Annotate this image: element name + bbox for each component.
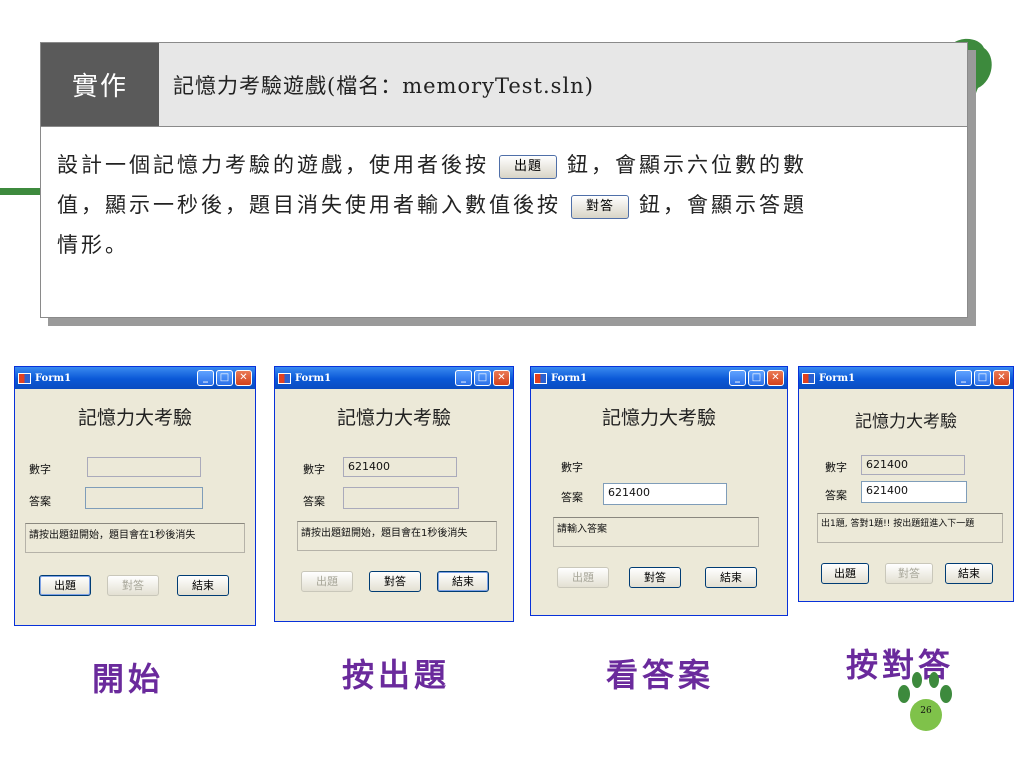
form-heading: 記憶力大考驗 xyxy=(336,407,451,429)
form-client: 記憶力大考驗 數字 621400 答案 請按出題鈕開始，題目會在1秒後消失 出題… xyxy=(275,389,513,621)
answer-button[interactable]: 對答 xyxy=(369,571,421,592)
caption-question: 按出題 xyxy=(342,656,451,694)
answer-button[interactable]: 對答 xyxy=(885,563,933,584)
form-window-question: Form1 _ □ ✕ 記憶力大考驗 數字 621400 答案 請按出題鈕開始，… xyxy=(274,366,514,622)
question-button[interactable]: 出題 xyxy=(301,571,353,592)
status-message: 請輸入答案 xyxy=(553,517,759,547)
minimize-icon[interactable]: _ xyxy=(197,370,214,386)
answer-input[interactable]: 621400 xyxy=(861,481,967,503)
title-bar: Form1 _ □ ✕ xyxy=(15,367,255,389)
answer-input[interactable] xyxy=(85,487,203,509)
number-label: 數字 xyxy=(561,461,583,474)
close-icon[interactable]: ✕ xyxy=(235,370,252,386)
answer-label: 答案 xyxy=(825,489,847,502)
close-icon[interactable]: ✕ xyxy=(993,370,1010,386)
inline-question-button: 出題 xyxy=(499,154,558,179)
end-button[interactable]: 結束 xyxy=(945,563,993,584)
task-line-2-end: 鈕，會顯示答題 xyxy=(639,193,808,217)
window-title: Form1 xyxy=(819,372,856,384)
task-line-1-start: 設計一個記憶力考驗的遊戲，使用者後按 xyxy=(57,153,489,177)
task-description: 設計一個記憶力考驗的遊戲，使用者後按 出題 鈕，會顯示六位數的數 值，顯示一秒後，題… xyxy=(41,127,967,265)
form-heading: 記憶力大考驗 xyxy=(601,407,716,429)
answer-input[interactable]: 621400 xyxy=(603,483,727,505)
end-button[interactable]: 結束 xyxy=(705,567,757,588)
end-button[interactable]: 結束 xyxy=(177,575,229,596)
question-button[interactable]: 出題 xyxy=(39,575,91,596)
title-bar: Form1 _ □ ✕ xyxy=(799,367,1013,389)
caption-answer: 看答案 xyxy=(606,656,715,694)
form-client: 記憶力大考驗 數字 答案 請按出題鈕開始，題目會在1秒後消失 出題 對答 結束 xyxy=(15,389,255,625)
status-message: 請按出題鈕開始，題目會在1秒後消失 xyxy=(297,521,497,551)
answer-label: 答案 xyxy=(29,495,51,508)
maximize-icon[interactable]: □ xyxy=(474,370,491,386)
page-number: 26 xyxy=(920,706,932,716)
question-button[interactable]: 出題 xyxy=(557,567,609,588)
close-icon[interactable]: ✕ xyxy=(493,370,510,386)
task-line-2: 值，顯示一秒後，題目消失使用者輸入數值後按 對答 鈕，會顯示答題 xyxy=(57,185,953,225)
maximize-icon[interactable]: □ xyxy=(748,370,765,386)
decorative-bar xyxy=(0,188,40,195)
form-window-start: Form1 _ □ ✕ 記憶力大考驗 數字 答案 請按出題鈕開始，題目會在1秒後… xyxy=(14,366,256,626)
form-heading: 記憶力大考驗 xyxy=(855,412,957,432)
status-message: 請按出題鈕開始，題目會在1秒後消失 xyxy=(25,523,245,553)
answer-label: 答案 xyxy=(561,491,583,504)
task-box: 實作 記憶力考驗遊戲(檔名：memoryTest.sln) 設計一個記憶力考驗的… xyxy=(40,42,968,318)
paw-icon xyxy=(898,672,952,731)
number-field: 621400 xyxy=(861,455,965,475)
minimize-icon[interactable]: _ xyxy=(729,370,746,386)
app-icon xyxy=(278,372,291,384)
question-button[interactable]: 出題 xyxy=(821,563,869,584)
answer-button[interactable]: 對答 xyxy=(629,567,681,588)
answer-input[interactable] xyxy=(343,487,459,509)
form-window-result: Form1 _ □ ✕ 記憶力大考驗 數字 621400 答案 621400 出… xyxy=(798,366,1014,602)
minimize-icon[interactable]: _ xyxy=(455,370,472,386)
form-heading: 記憶力大考驗 xyxy=(77,407,192,429)
number-label: 數字 xyxy=(29,463,51,476)
task-line-3: 情形。 xyxy=(57,233,129,257)
minimize-icon[interactable]: _ xyxy=(955,370,972,386)
title-bar: Form1 _ □ ✕ xyxy=(275,367,513,389)
close-icon[interactable]: ✕ xyxy=(767,370,784,386)
caption-start: 開始 xyxy=(92,660,165,698)
task-header: 實作 記憶力考驗遊戲(檔名：memoryTest.sln) xyxy=(41,43,967,127)
form-client: 記憶力大考驗 數字 答案 621400 請輸入答案 出題 對答 結束 xyxy=(531,389,787,615)
app-icon xyxy=(534,372,547,384)
number-field xyxy=(87,457,201,477)
app-icon xyxy=(802,372,815,384)
maximize-icon[interactable]: □ xyxy=(216,370,233,386)
title-bar: Form1 _ □ ✕ xyxy=(531,367,787,389)
form-window-answer: Form1 _ □ ✕ 記憶力大考驗 數字 答案 621400 請輸入答案 出題… xyxy=(530,366,788,616)
inline-answer-button: 對答 xyxy=(571,194,630,219)
number-label: 數字 xyxy=(303,463,325,476)
number-field: 621400 xyxy=(343,457,457,477)
maximize-icon[interactable]: □ xyxy=(974,370,991,386)
answer-label: 答案 xyxy=(303,495,325,508)
window-title: Form1 xyxy=(295,372,332,384)
task-title: 記憶力考驗遊戲(檔名：memoryTest.sln) xyxy=(159,43,967,126)
form-client: 記憶力大考驗 數字 621400 答案 621400 出1題, 答對1題!! 按… xyxy=(799,389,1013,601)
task-line-1-end: 鈕，會顯示六位數的數 xyxy=(567,153,808,177)
app-icon xyxy=(18,372,31,384)
task-tag: 實作 xyxy=(41,43,159,126)
window-title: Form1 xyxy=(35,372,72,384)
window-title: Form1 xyxy=(551,372,588,384)
end-button[interactable]: 結束 xyxy=(437,571,489,592)
answer-button[interactable]: 對答 xyxy=(107,575,159,596)
status-message: 出1題, 答對1題!! 按出題鈕進入下一題 xyxy=(817,513,1003,543)
number-label: 數字 xyxy=(825,461,847,474)
task-line-2-start: 值，顯示一秒後，題目消失使用者輸入數值後按 xyxy=(57,193,561,217)
task-line-1: 設計一個記憶力考驗的遊戲，使用者後按 出題 鈕，會顯示六位數的數 xyxy=(57,145,953,185)
